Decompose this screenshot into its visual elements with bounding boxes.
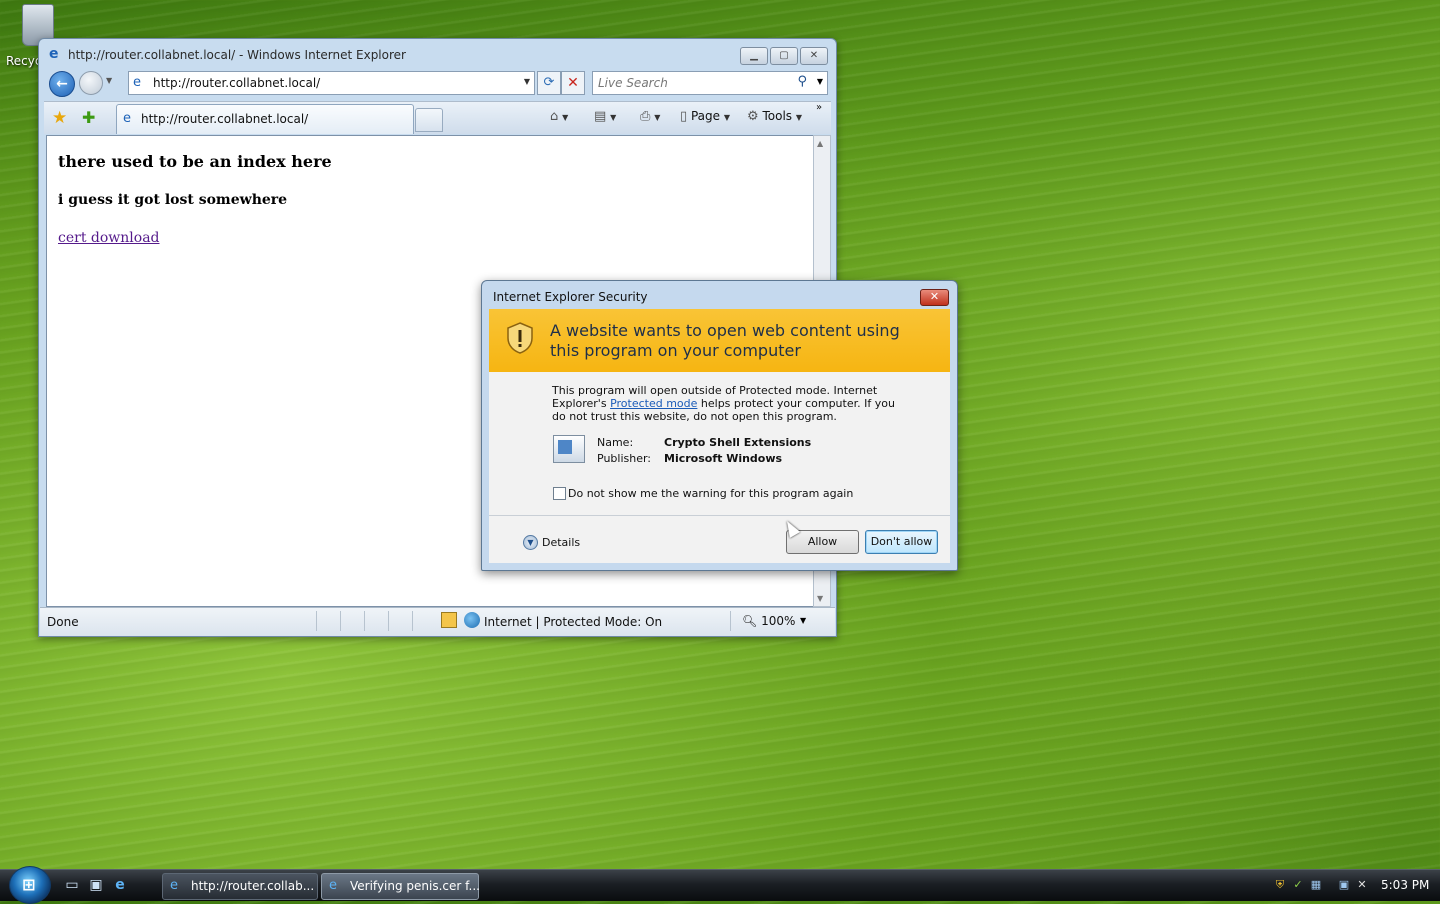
internet-zone-globe-icon [464, 612, 480, 628]
new-tab-button[interactable] [415, 108, 443, 132]
program-icon [553, 435, 585, 463]
page-icon: e [133, 75, 141, 90]
forward-button[interactable] [79, 71, 103, 95]
taskbar: ⊞ ▭ ▣ e e http://router.collab... e Veri… [0, 866, 1440, 904]
minimize-button[interactable]: ▁ [740, 47, 768, 65]
ie-security-dialog: Internet Explorer Security ✕ A website w… [481, 280, 958, 571]
ie-logo-icon: e [49, 46, 59, 62]
tools-menu[interactable]: ⚙ Tools ▼ [747, 109, 802, 124]
refresh-button[interactable]: ⟳ [537, 71, 561, 95]
cert-download-link[interactable]: cert download [58, 230, 160, 246]
command-overflow-chevron-icon[interactable]: » [816, 102, 822, 113]
search-options-dropdown-icon[interactable]: ▼ [817, 77, 823, 86]
tab-label: http://router.collabnet.local/ [141, 112, 309, 126]
home-icon: ⌂ [550, 109, 559, 124]
clock[interactable]: 5:03 PM [1381, 878, 1429, 892]
zoom-icon: 🔍︎ [742, 614, 758, 628]
search-input[interactable]: Live Search ⚲ ▼ [592, 71, 828, 95]
volume-muted-icon[interactable]: ✕ [1355, 878, 1369, 892]
page-menu-label: Page [690, 109, 721, 123]
address-dropdown-icon[interactable]: ▼ [524, 77, 530, 86]
taskbar-item-ie[interactable]: e http://router.collab... [162, 873, 318, 900]
dont-show-again-label[interactable]: Do not show me the warning for this prog… [568, 487, 853, 500]
protected-mode-icon[interactable] [441, 612, 457, 628]
status-bar: Done Internet | Protected Mode: On 🔍︎ 10… [40, 607, 835, 636]
close-button[interactable]: ✕ [800, 47, 828, 65]
ie-task-icon: e [170, 878, 178, 893]
home-button[interactable]: ⌂ ▼ [550, 109, 568, 124]
warning-banner: A website wants to open web content usin… [489, 309, 950, 372]
page-menu-icon: ▯ [680, 109, 688, 124]
tab-bar: ★ ✚ e http://router.collabnet.local/ ⌂ ▼… [44, 101, 831, 134]
dialog-divider [489, 515, 950, 516]
name-value: Crypto Shell Extensions [664, 436, 812, 449]
check-tray-icon[interactable]: ✓ [1291, 878, 1305, 892]
windows-tray-icon[interactable]: ▦ [1309, 878, 1323, 892]
details-toggle[interactable]: Details [542, 536, 580, 549]
dont-allow-button[interactable]: Don't allow [865, 530, 938, 554]
search-placeholder: Live Search [598, 76, 668, 90]
scroll-up-arrow-icon[interactable]: ▲ [817, 139, 823, 148]
print-button[interactable]: ⎙ ▼ [640, 109, 660, 124]
switch-windows-icon[interactable]: ▣ [88, 877, 104, 893]
security-shield-tray-icon[interactable]: ⛨ [1273, 878, 1287, 892]
show-desktop-icon[interactable]: ▭ [64, 877, 80, 893]
ie-titlebar[interactable]: e http://router.collabnet.local/ - Windo… [39, 39, 836, 69]
taskbar-item-verifying[interactable]: e Verifying penis.cer f... [321, 873, 480, 900]
warning-shield-icon [507, 322, 533, 354]
page-heading: there used to be an index here [58, 152, 332, 171]
security-zone-text[interactable]: Internet | Protected Mode: On [484, 615, 662, 629]
dialog-body: A website wants to open web content usin… [489, 309, 950, 563]
scroll-down-arrow-icon[interactable]: ▼ [817, 594, 823, 603]
maximize-button[interactable]: ▢ [770, 47, 798, 65]
back-button[interactable]: ← [49, 71, 75, 97]
stop-button[interactable]: ✕ [561, 71, 585, 95]
address-bar: ← ▼ e http://router.collabnet.local/ ▼ ⟳… [44, 70, 831, 98]
gear-icon: ⚙ [747, 109, 759, 124]
page-subheading: i guess it got lost somewhere [58, 192, 288, 208]
favorites-center-icon[interactable]: ★ [52, 108, 67, 128]
taskbar-item-label: Verifying penis.cer f... [350, 879, 480, 893]
window-title: http://router.collabnet.local/ - Windows… [68, 48, 406, 62]
search-icon[interactable]: ⚲ [797, 74, 807, 89]
ie-task-icon: e [329, 878, 337, 893]
details-expand-icon[interactable]: ▼ [523, 535, 538, 550]
recent-pages-dropdown-icon[interactable]: ▼ [106, 76, 112, 85]
dialog-title: Internet Explorer Security [493, 290, 648, 304]
protected-mode-link[interactable]: Protected mode [610, 397, 697, 410]
zoom-value: 100% [761, 614, 796, 628]
status-text: Done [47, 615, 79, 629]
address-text[interactable]: http://router.collabnet.local/ [153, 76, 320, 90]
start-button[interactable]: ⊞ [9, 866, 51, 904]
zoom-dropdown-icon[interactable]: ▼ [800, 616, 806, 625]
name-label: Name: [597, 436, 634, 449]
add-to-favorites-icon[interactable]: ✚ [82, 108, 95, 127]
page-menu[interactable]: ▯ Page ▼ [680, 109, 730, 124]
feeds-button[interactable]: ▤ ▼ [594, 109, 616, 124]
dialog-close-button[interactable]: ✕ [920, 289, 949, 306]
network-tray-icon[interactable]: ▣ [1337, 878, 1351, 892]
tab-current[interactable]: e http://router.collabnet.local/ [116, 104, 414, 134]
publisher-label: Publisher: [597, 452, 652, 465]
zoom-level[interactable]: 🔍︎ 100% [742, 614, 795, 628]
dont-show-again-checkbox[interactable] [553, 487, 566, 500]
address-field[interactable]: e http://router.collabnet.local/ ▼ [128, 71, 535, 95]
feeds-icon: ▤ [594, 109, 607, 124]
tab-page-icon: e [123, 111, 131, 126]
ie-quicklaunch-icon[interactable]: e [112, 877, 128, 893]
tools-menu-label: Tools [762, 109, 793, 123]
dialog-info: This program will open outside of Protec… [552, 384, 912, 423]
warning-banner-text: A website wants to open web content usin… [550, 321, 900, 360]
windows-logo-icon: ⊞ [22, 875, 36, 894]
print-icon: ⎙ [640, 109, 651, 124]
taskbar-item-label: http://router.collab... [191, 879, 315, 893]
publisher-value: Microsoft Windows [664, 452, 783, 465]
